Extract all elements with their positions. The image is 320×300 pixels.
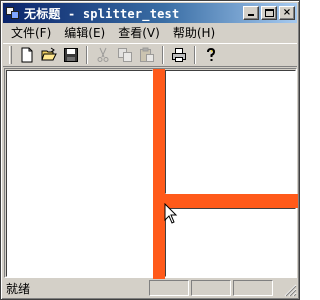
app-icon[interactable] (5, 5, 21, 21)
right-bottom-pane[interactable] (165, 208, 296, 277)
paste-button[interactable] (136, 45, 158, 66)
client-area (4, 68, 298, 279)
toolbar-separator (162, 46, 164, 64)
toolbar-separator (194, 46, 196, 64)
open-button[interactable] (38, 45, 60, 66)
status-indicator (191, 280, 231, 296)
menu-edit[interactable]: 编辑(E) (59, 25, 110, 41)
print-icon (172, 48, 186, 62)
window-controls: × (241, 6, 295, 20)
status-text: 就绪 (6, 281, 31, 296)
maximize-button[interactable] (261, 6, 277, 20)
status-indicator (149, 280, 189, 296)
right-top-pane[interactable] (165, 70, 296, 194)
application-window: 无标题 - splitter_test × 文件(F) 编辑(E) 查看(V) … (0, 0, 300, 300)
vertical-splitter[interactable] (153, 69, 165, 279)
left-pane[interactable] (6, 70, 153, 277)
window-title: 无标题 - splitter_test (24, 6, 180, 21)
menu-bar: 文件(F) 编辑(E) 查看(V) 帮助(H) (3, 24, 297, 42)
menu-help[interactable]: 帮助(H) (168, 25, 220, 41)
minimize-button[interactable] (243, 6, 259, 20)
menu-view[interactable]: 查看(V) (113, 25, 165, 41)
cut-button[interactable] (92, 45, 114, 66)
status-indicator (233, 280, 273, 296)
paste-icon (140, 47, 154, 62)
help-button[interactable] (200, 45, 222, 66)
cut-icon (97, 47, 109, 62)
copy-icon (118, 48, 132, 62)
toolbar-separator (86, 46, 88, 64)
status-indicators (147, 280, 273, 296)
status-bar: 就绪 (3, 279, 297, 297)
toolbar-grip[interactable] (9, 46, 12, 64)
new-button[interactable] (16, 45, 38, 66)
toolbar (3, 43, 297, 67)
open-folder-icon (41, 47, 57, 61)
copy-button[interactable] (114, 45, 136, 66)
resize-grip-icon[interactable] (283, 283, 297, 297)
save-disk-icon (64, 48, 78, 62)
print-button[interactable] (168, 45, 190, 66)
help-icon (207, 47, 216, 61)
title-bar[interactable]: 无标题 - splitter_test × (3, 3, 297, 23)
horizontal-splitter[interactable] (165, 194, 298, 208)
menu-file[interactable]: 文件(F) (6, 25, 56, 41)
minimize-icon (248, 14, 254, 16)
save-button[interactable] (60, 45, 82, 66)
mouse-pointer-icon (164, 203, 178, 224)
maximize-icon (265, 9, 274, 17)
close-icon: × (282, 7, 292, 18)
close-button[interactable]: × (279, 6, 295, 20)
new-document-icon (21, 47, 33, 63)
